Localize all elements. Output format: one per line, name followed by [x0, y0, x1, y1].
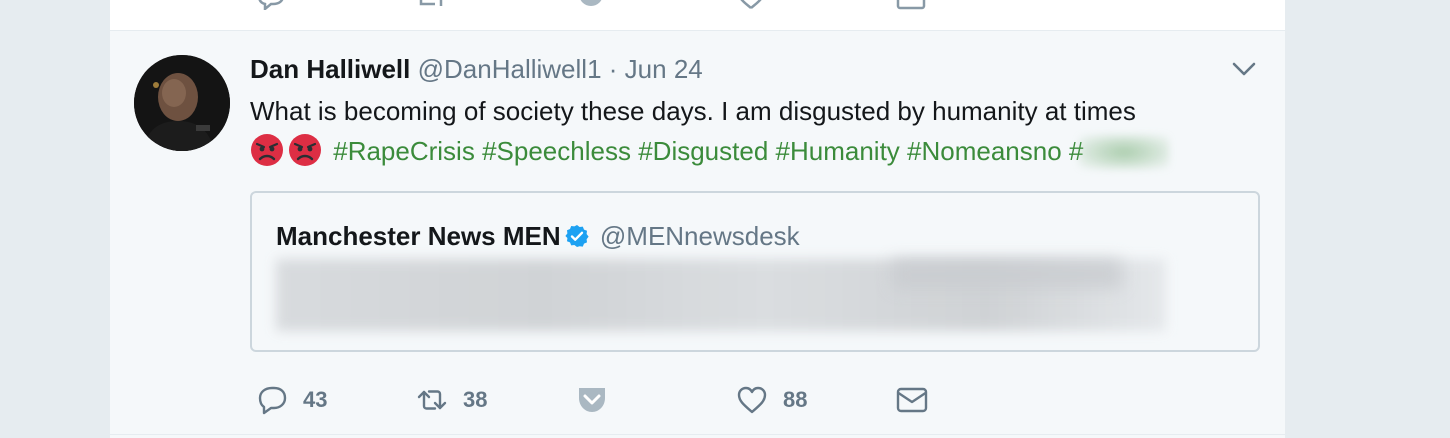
tweet[interactable]: Dan Halliwell @DanHalliwell1 · Jun 24 Wh…: [110, 31, 1285, 436]
timeline: Dan Halliwell @DanHalliwell1 · Jun 24 Wh…: [110, 0, 1285, 438]
retweet-icon: [417, 390, 447, 410]
angry-face-icon: [250, 133, 284, 167]
quoted-author-name: Manchester News MEN: [276, 221, 561, 251]
quoted-tweet[interactable]: Manchester News MEN @MENnewsdesk: [250, 191, 1260, 352]
author-handle[interactable]: @DanHalliwell1: [418, 54, 602, 84]
like-count: 88: [783, 387, 808, 412]
envelope-icon[interactable]: [895, 0, 927, 10]
tweet-text-line-2: #RapeCrisis #Speechless #Disgusted #Huma…: [250, 131, 1250, 171]
retweet-button[interactable]: 38: [415, 383, 487, 417]
reply-button[interactable]: 43: [255, 383, 327, 417]
tweet-text: What is becoming of society these days. …: [250, 91, 1250, 171]
direct-message-button[interactable]: [895, 383, 929, 417]
retweet-icon[interactable]: [415, 0, 447, 10]
hashtag-link[interactable]: #Disgusted: [638, 136, 768, 166]
hashtag-link[interactable]: #RapeCrisis: [333, 136, 475, 166]
separator: ·: [608, 54, 618, 84]
tweet-text-line: What is becoming of society these days. …: [250, 96, 1136, 126]
tweet-actions: 43 38 88: [255, 383, 1055, 417]
retweet-count: 38: [463, 387, 488, 412]
like-button[interactable]: 88: [735, 383, 807, 417]
reply-icon[interactable]: [255, 0, 287, 12]
hashtag-link[interactable]: #Humanity: [776, 136, 900, 166]
tweet-divider: [110, 434, 1285, 435]
tweet-header: Dan Halliwell @DanHalliwell1 · Jun 24: [250, 54, 703, 84]
envelope-icon: [896, 387, 928, 413]
quoted-tweet-header: Manchester News MEN @MENnewsdesk: [276, 221, 800, 251]
quoted-author-handle: @MENnewsdesk: [599, 221, 800, 251]
blurred-hashtag: [1079, 135, 1170, 169]
reply-count: 43: [303, 387, 328, 412]
heart-icon: [737, 386, 767, 414]
verified-badge-icon: [565, 224, 589, 248]
pocket-icon: [579, 388, 605, 412]
previous-tweet: [110, 0, 1285, 31]
reply-icon: [258, 386, 287, 415]
hashtag-link[interactable]: #Speechless: [482, 136, 631, 166]
pocket-icon[interactable]: [575, 0, 607, 10]
previous-tweet-actions: [110, 0, 1285, 12]
author-name[interactable]: Dan Halliwell: [250, 54, 410, 84]
angry-face-icon: [288, 133, 322, 167]
blurred-quote-text-highlight: [892, 259, 1122, 289]
tweet-date[interactable]: Jun 24: [625, 54, 703, 84]
heart-icon[interactable]: [735, 0, 767, 10]
pocket-button[interactable]: [575, 383, 609, 417]
avatar[interactable]: [134, 55, 230, 151]
chevron-down-icon[interactable]: [1231, 59, 1257, 79]
hashtag-link[interactable]: #Nomeansno: [907, 136, 1062, 166]
